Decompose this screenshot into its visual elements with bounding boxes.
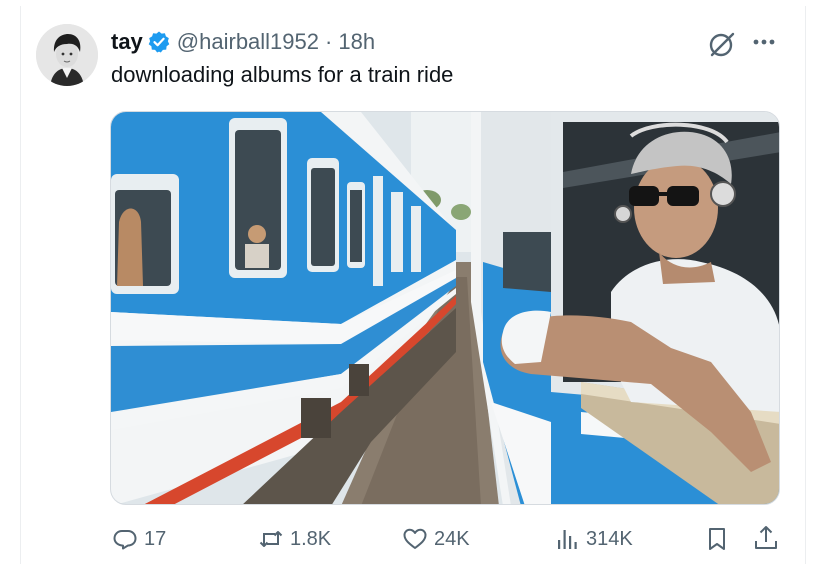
- heart-icon: [403, 528, 427, 549]
- user-handle[interactable]: @hairball1952: [177, 29, 319, 55]
- tweet-header: tay @hairball1952 · 18h: [111, 26, 375, 58]
- verified-badge-icon: [147, 30, 171, 54]
- avatar[interactable]: [36, 24, 98, 86]
- separator-dot: ·: [325, 29, 333, 54]
- repost-count: 1.8K: [290, 527, 332, 550]
- reply-button[interactable]: 17: [112, 526, 166, 552]
- like-count: 24K: [434, 527, 470, 550]
- share-icon: [755, 526, 777, 549]
- tweet-text: downloading albums for a train ride: [111, 62, 454, 87]
- share-button[interactable]: [752, 524, 780, 552]
- repost-icon: [259, 531, 283, 547]
- like-button[interactable]: 24K: [402, 526, 470, 552]
- reply-icon: [113, 530, 137, 550]
- post-time[interactable]: 18h: [338, 29, 375, 55]
- reply-count: 17: [144, 527, 167, 550]
- bookmark-button[interactable]: [704, 526, 730, 552]
- views-chart-icon: [558, 530, 577, 549]
- avatar-photo: [36, 24, 98, 86]
- tweet-photo[interactable]: [110, 111, 780, 505]
- bookmark-icon: [709, 528, 725, 550]
- more-dots-icon[interactable]: [750, 32, 778, 52]
- display-name[interactable]: tay: [111, 29, 143, 55]
- tweet-actions-bar: 17 1.8K 24K 314K: [0, 520, 832, 560]
- grok-icon[interactable]: [706, 28, 738, 60]
- view-count: 314K: [586, 527, 633, 550]
- repost-button[interactable]: 1.8K: [258, 526, 331, 552]
- views-button[interactable]: 314K: [554, 526, 633, 552]
